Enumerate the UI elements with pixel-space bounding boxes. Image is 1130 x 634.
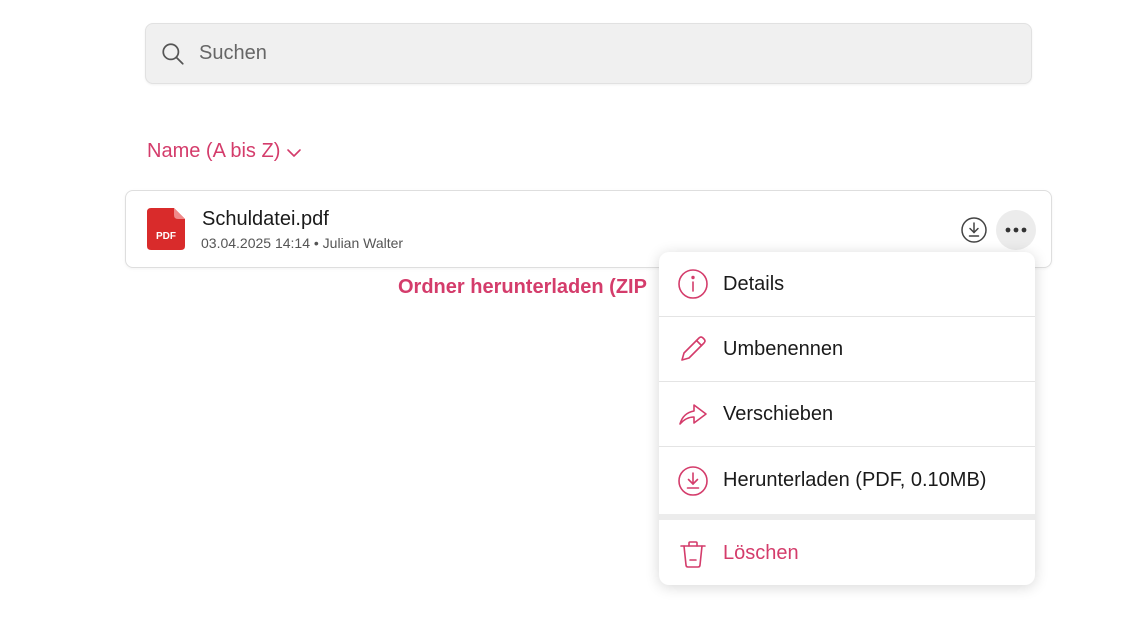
chevron-down-icon (287, 148, 302, 157)
more-options-button[interactable] (996, 210, 1036, 250)
menu-item-move[interactable]: Verschieben (659, 382, 1035, 447)
move-arrow-icon (679, 404, 707, 425)
trash-icon (680, 540, 706, 568)
sort-label: Name (A bis Z) (147, 140, 281, 162)
menu-item-delete[interactable]: Löschen (659, 520, 1035, 585)
download-folder-zip-link[interactable]: Ordner herunterladen (ZIP (398, 276, 647, 299)
pencil-icon (681, 336, 706, 361)
search-input[interactable] (199, 42, 999, 65)
pdf-file-icon: PDF (147, 208, 185, 250)
download-icon (678, 465, 708, 496)
menu-item-label: Details (723, 272, 785, 295)
more-dots-icon (1005, 227, 1027, 233)
menu-item-download[interactable]: Herunterladen (PDF, 0.10MB) (659, 447, 1035, 514)
download-icon[interactable] (960, 216, 988, 244)
menu-item-label: Umbenennen (723, 337, 844, 360)
pdf-icon-text: PDF (156, 231, 176, 242)
menu-item-label: Löschen (723, 542, 799, 564)
menu-item-details[interactable]: Details (659, 252, 1035, 317)
sort-dropdown[interactable]: Name (A bis Z) (147, 140, 302, 163)
page: Name (A bis Z) PDF Schuldatei.pdf 03.04.… (0, 0, 1130, 634)
menu-item-label: Herunterladen (PDF, 0.10MB) (723, 469, 987, 491)
search-icon (162, 42, 184, 65)
search-bar[interactable] (145, 23, 1032, 84)
file-name[interactable]: Schuldatei.pdf (202, 208, 329, 231)
menu-item-rename[interactable]: Umbenennen (659, 317, 1035, 382)
menu-item-label: Verschieben (723, 402, 834, 425)
context-menu: Details Umbenennen Verschieben Herunterl… (659, 252, 1035, 585)
file-meta: 03.04.2025 14:14 • Julian Walter (201, 235, 404, 251)
info-icon (678, 269, 708, 299)
